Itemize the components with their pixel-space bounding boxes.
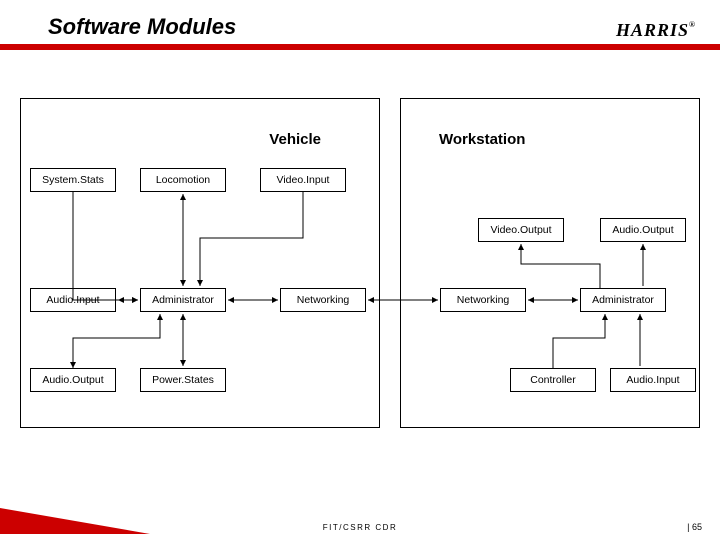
box-power-states: Power.States xyxy=(140,368,226,392)
diagram-area: Vehicle Workstation System.Stats Locomot… xyxy=(20,88,700,448)
box-networking-v: Networking xyxy=(280,288,366,312)
box-administrator-v: Administrator xyxy=(140,288,226,312)
box-administrator-w: Administrator xyxy=(580,288,666,312)
box-video-output: Video.Output xyxy=(478,218,564,242)
workstation-title: Workstation xyxy=(439,131,525,148)
slide: Software Modules HARRIS® Vehicle Worksta… xyxy=(0,0,720,540)
box-locomotion: Locomotion xyxy=(140,168,226,192)
box-video-input: Video.Input xyxy=(260,168,346,192)
footer-wedge-icon xyxy=(0,508,150,534)
box-audio-input-w: Audio.Input xyxy=(610,368,696,392)
box-controller: Controller xyxy=(510,368,596,392)
box-audio-input: Audio.Input xyxy=(30,288,116,312)
box-networking-w: Networking xyxy=(440,288,526,312)
brand-text: HARRIS xyxy=(616,20,689,40)
box-audio-output-v: Audio.Output xyxy=(30,368,116,392)
box-audio-output-w: Audio.Output xyxy=(600,218,686,242)
vehicle-title: Vehicle xyxy=(269,131,321,148)
slide-title: Software Modules xyxy=(48,14,236,40)
brand-logo: HARRIS® xyxy=(616,20,696,41)
box-system-stats: System.Stats xyxy=(30,168,116,192)
accent-bar xyxy=(0,44,720,50)
page-number: | 65 xyxy=(687,522,702,532)
footer-center-text: FIT/CSRR CDR xyxy=(323,523,397,532)
